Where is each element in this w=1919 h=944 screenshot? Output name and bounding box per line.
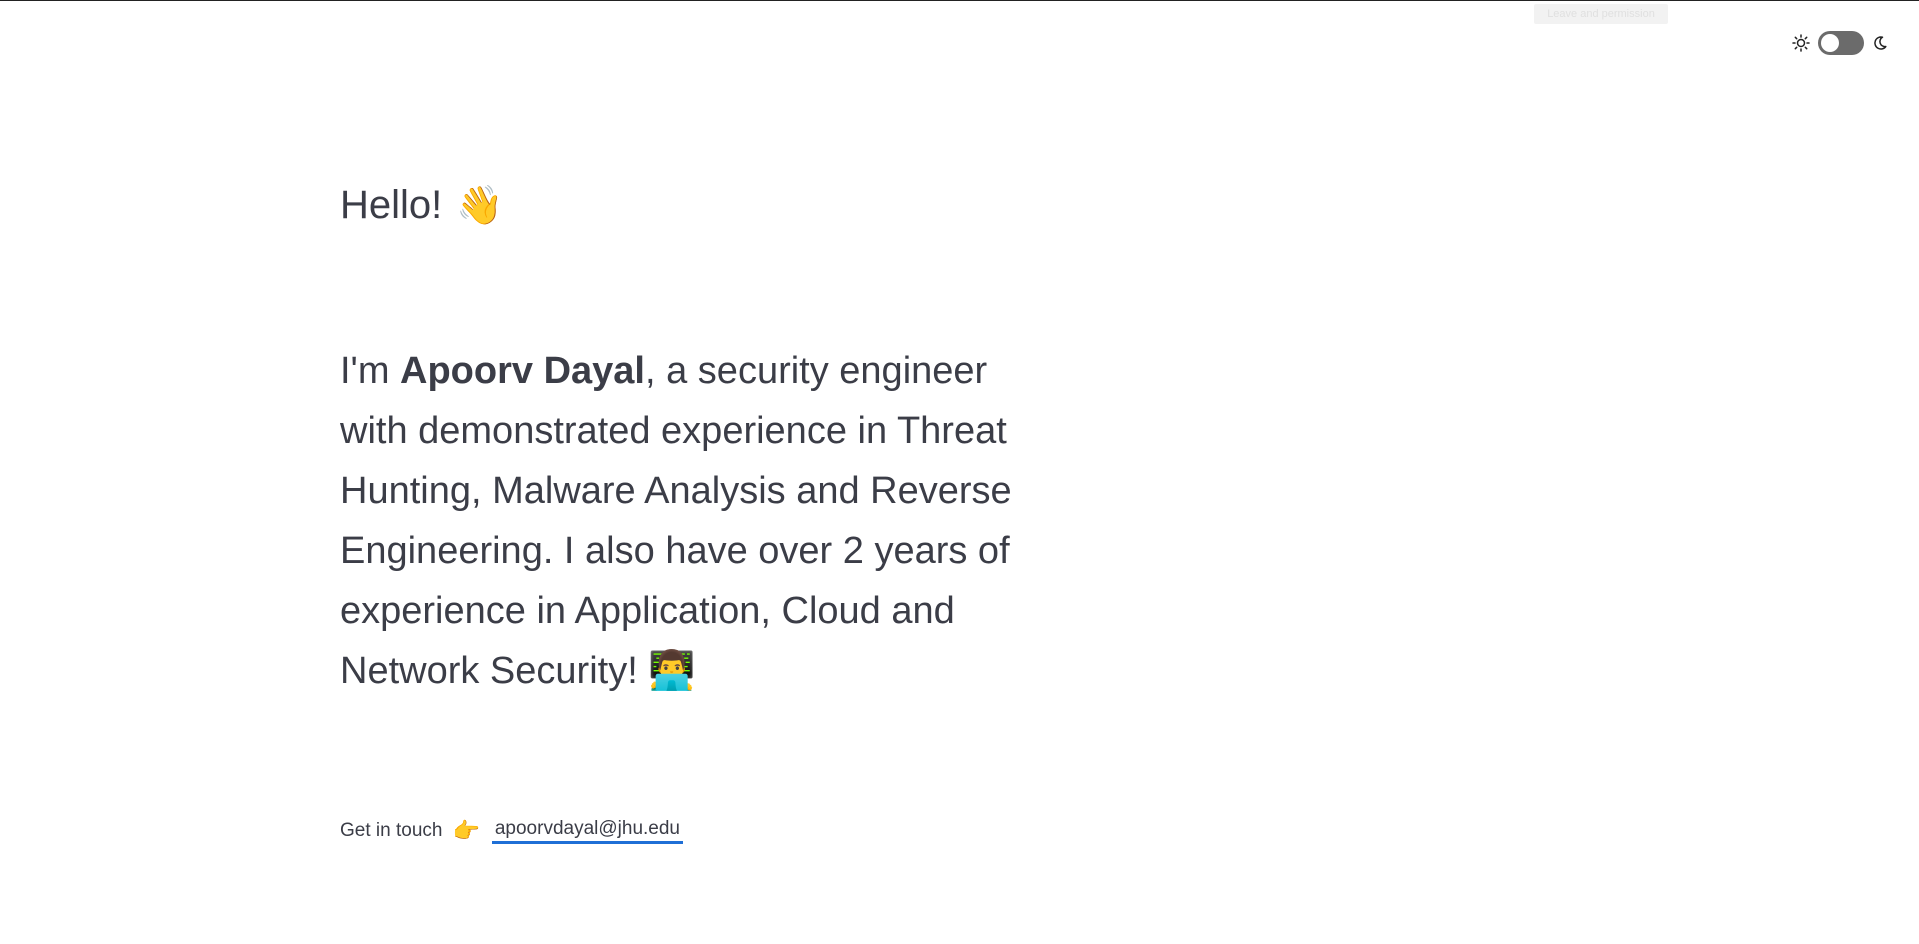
contact-row: Get in touch 👉 apoorvdayal@jhu.edu	[340, 818, 683, 844]
theme-switch	[1792, 31, 1888, 55]
theme-toggle[interactable]	[1818, 31, 1864, 55]
pointing-hand-icon: 👉	[452, 818, 480, 843]
greeting-text: Hello!	[340, 183, 443, 227]
person-name: Apoorv Dayal	[400, 350, 645, 392]
technologist-icon: 👨‍💻	[648, 650, 696, 692]
greeting-heading: Hello! 👋	[340, 170, 1060, 241]
contact-label: Get in touch	[340, 820, 443, 841]
waving-hand-icon: 👋	[456, 185, 504, 227]
tooltip: Leave and permission	[1534, 4, 1668, 24]
toggle-knob	[1821, 34, 1839, 52]
intro-paragraph: I'm Apoorv Dayal, a security engineer wi…	[340, 341, 1060, 701]
hero-section: Hello! 👋 I'm Apoorv Dayal, a security eng…	[340, 170, 1060, 739]
top-border	[0, 0, 1919, 1]
email-link[interactable]: apoorvdayal@jhu.edu	[491, 818, 683, 844]
intro-prefix: I'm	[340, 350, 401, 392]
intro-text: , a security engineer with demonstrated …	[340, 350, 1012, 692]
moon-icon[interactable]	[1872, 35, 1888, 51]
sun-icon[interactable]	[1792, 34, 1810, 52]
